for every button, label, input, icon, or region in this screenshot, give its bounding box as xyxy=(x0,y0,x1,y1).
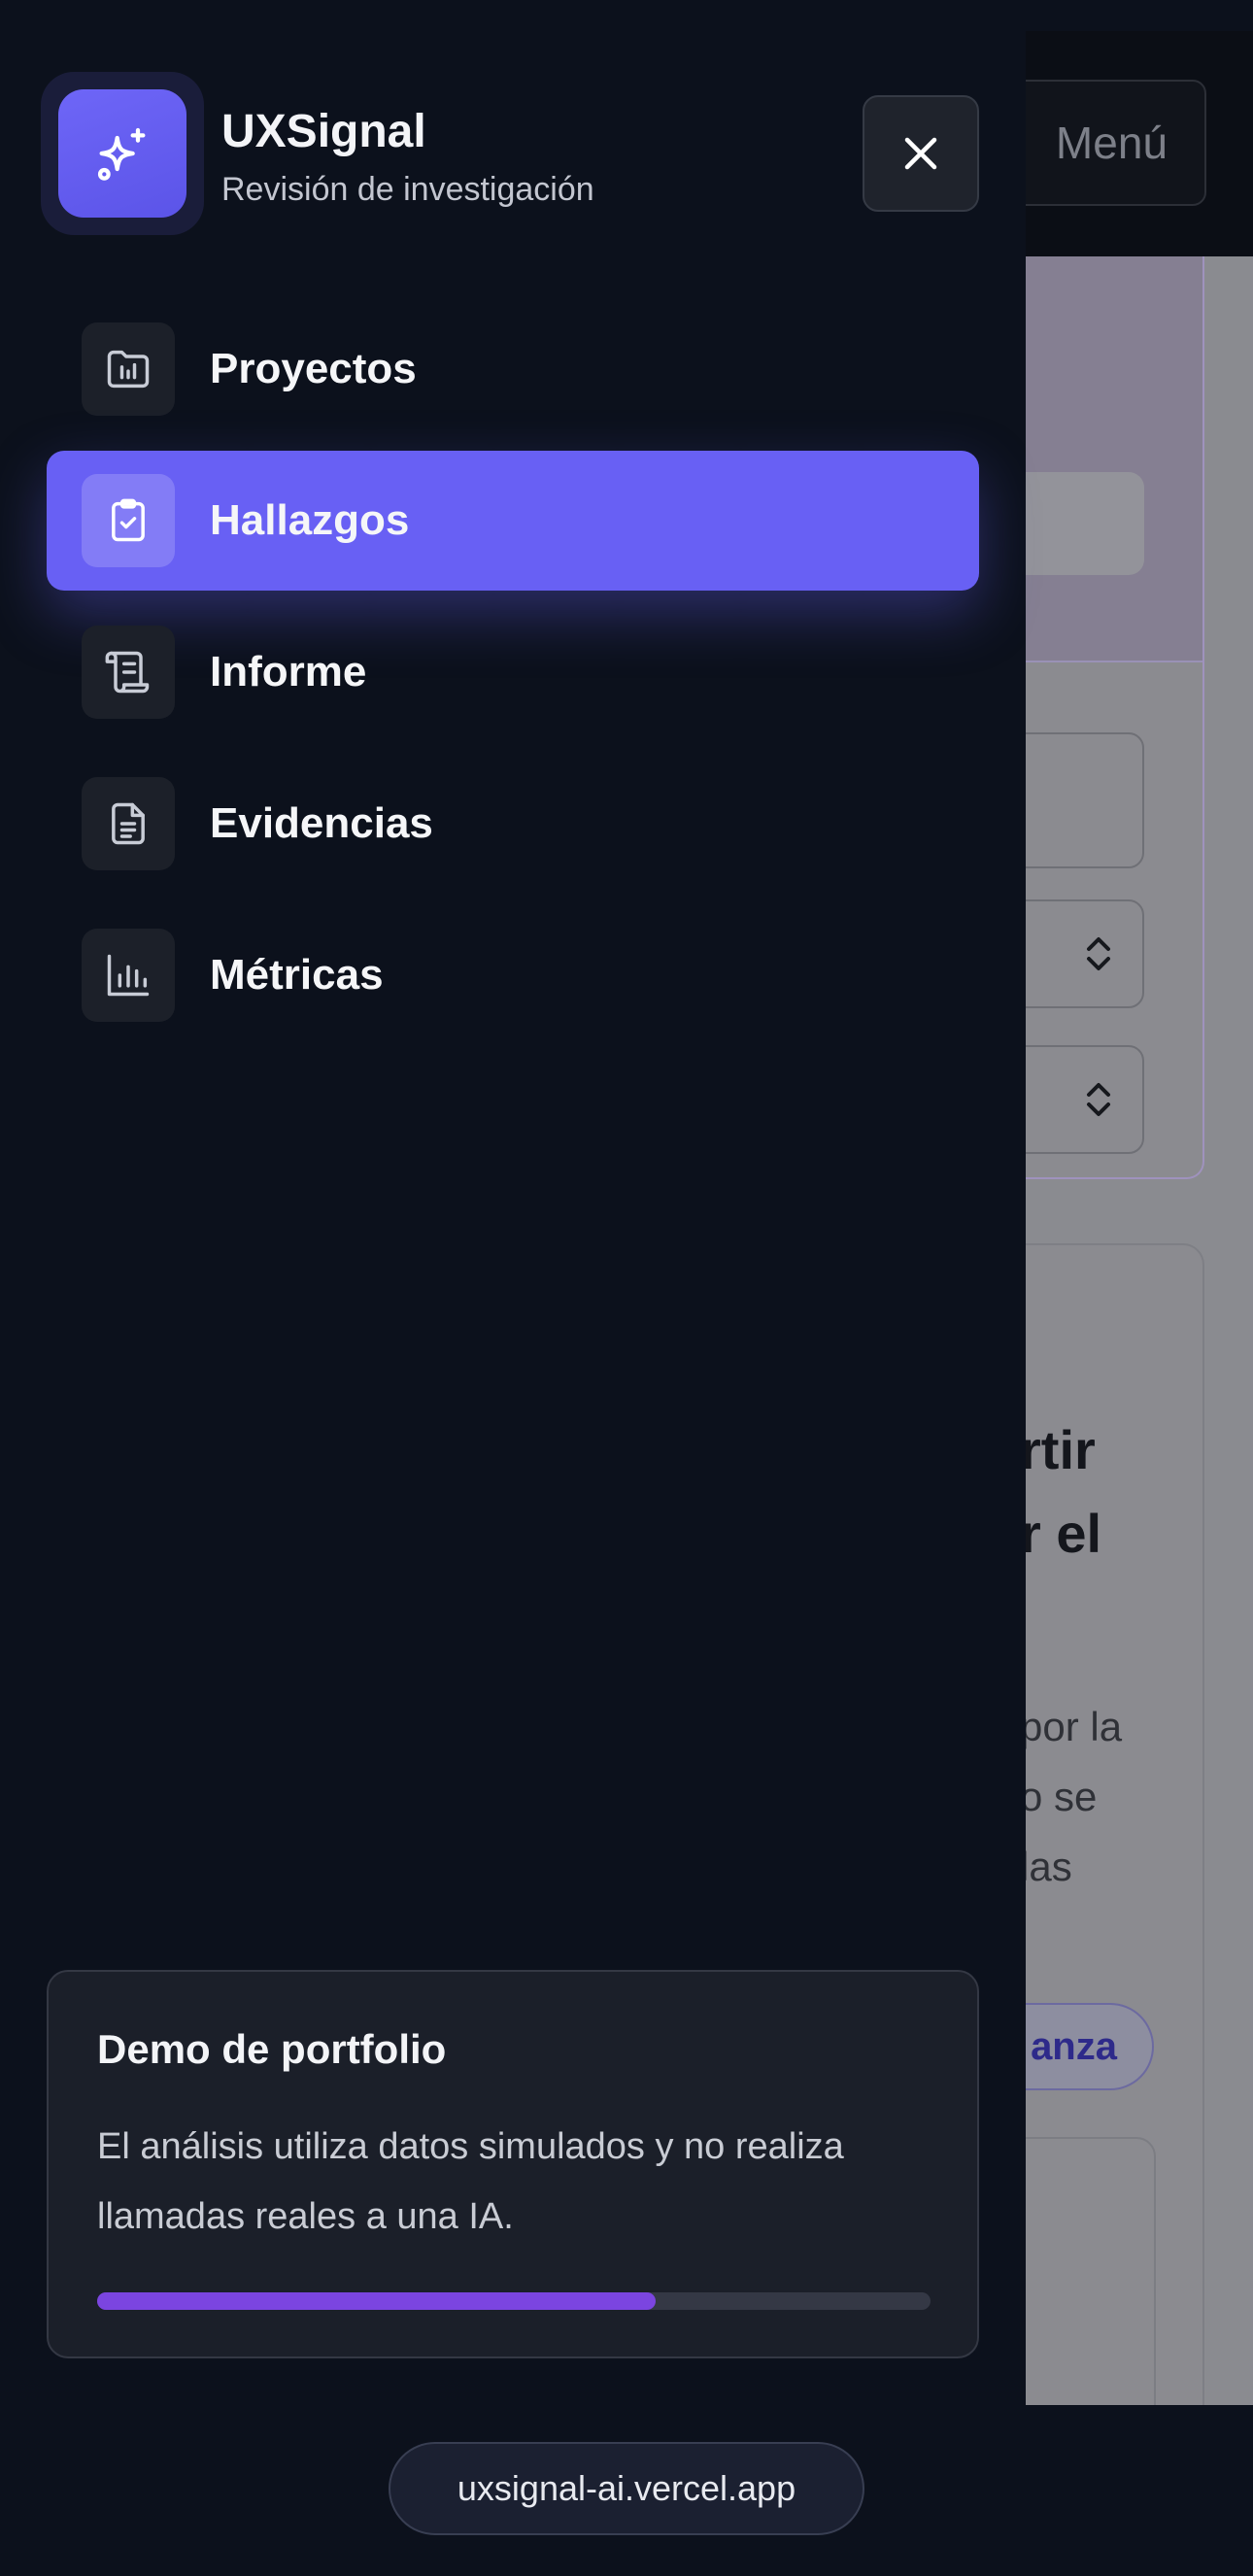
nav-item-hallazgos[interactable]: Hallazgos xyxy=(47,451,979,591)
background-paragraph: por la o se las xyxy=(1020,1704,1123,1889)
nav-item-informe[interactable]: Informe xyxy=(47,602,979,742)
document-icon xyxy=(82,777,175,870)
nav-item-evidencias[interactable]: Evidencias xyxy=(47,754,979,894)
chevron-up-down-icon xyxy=(1087,937,1110,970)
brand-subtitle: Revisión de investigación xyxy=(221,171,594,208)
chevron-up-down-icon xyxy=(1087,1083,1110,1116)
background-heading: rtir r el xyxy=(1020,1419,1102,1564)
progress-bar xyxy=(97,2292,931,2310)
demo-info-card: Demo de portfolio El análisis utiliza da… xyxy=(47,1970,979,2358)
nav-label: Informe xyxy=(210,648,367,695)
nav-label: Métricas xyxy=(210,951,384,999)
sparkles-icon xyxy=(58,89,186,218)
brand-name: UXSignal xyxy=(221,106,426,157)
screen: Menú rtir r el por la o se las anza UXSi… xyxy=(0,0,1253,2576)
bar-chart-icon xyxy=(82,929,175,1022)
scroll-icon xyxy=(82,626,175,719)
nav-label: Evidencias xyxy=(210,799,433,847)
demo-card-title: Demo de portfolio xyxy=(97,2026,447,2072)
navigation-drawer: UXSignal Revisión de investigación Proye… xyxy=(0,0,1026,2576)
close-button[interactable] xyxy=(863,95,979,212)
nav-item-proyectos[interactable]: Proyectos xyxy=(47,299,979,439)
nav-label: Proyectos xyxy=(210,345,417,392)
progress-bar-fill xyxy=(97,2292,656,2310)
background-menu-button: Menú xyxy=(1000,80,1206,206)
nav-item-metricas[interactable]: Métricas xyxy=(47,905,979,1045)
clipboard-check-icon xyxy=(82,474,175,567)
url-pill[interactable]: uxsignal-ai.vercel.app xyxy=(389,2442,864,2535)
folder-chart-icon xyxy=(82,322,175,416)
demo-card-text: El análisis utiliza datos simulados y no… xyxy=(97,2126,844,2237)
close-icon xyxy=(904,137,937,170)
nav-label: Hallazgos xyxy=(210,496,410,544)
